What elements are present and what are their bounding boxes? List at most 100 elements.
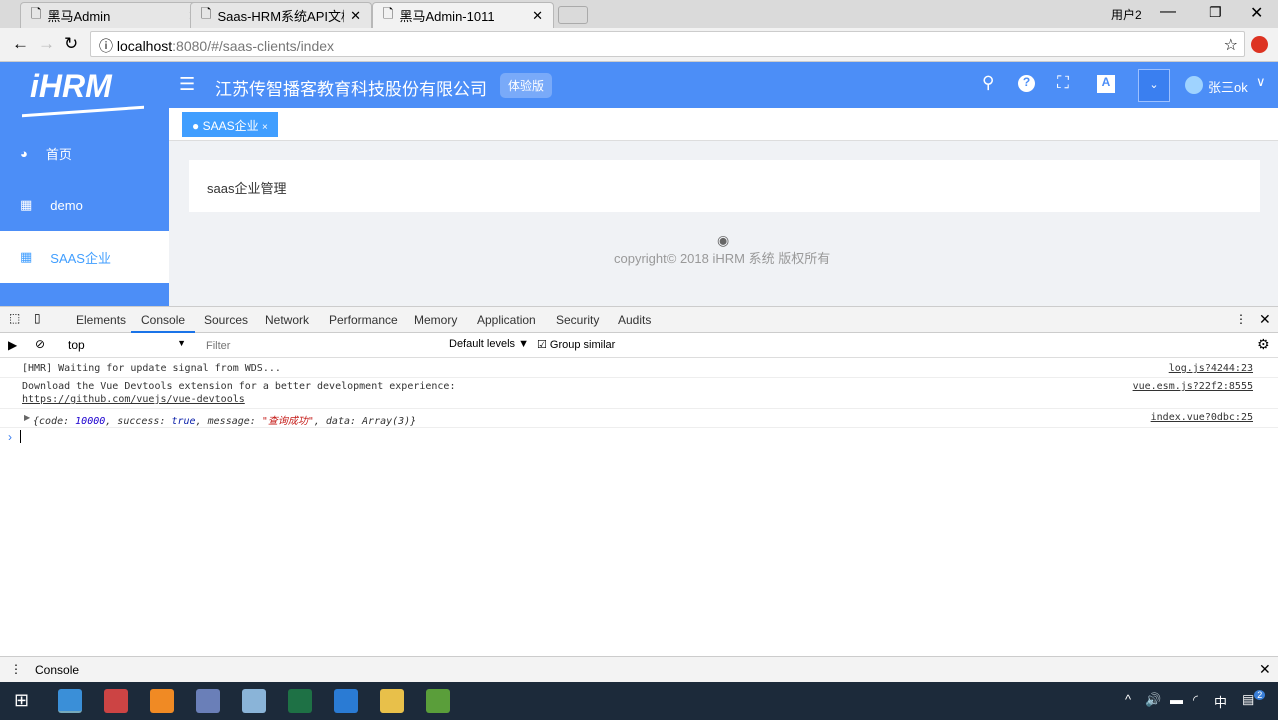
battery-icon[interactable]: ▬ xyxy=(1170,692,1183,707)
copyright: copyright© 2018 iHRM 系统 版权所有 xyxy=(614,251,831,266)
expand-triangle-icon[interactable]: ▶ xyxy=(24,413,30,422)
tab-security[interactable]: Security xyxy=(556,307,599,333)
avatar[interactable] xyxy=(1185,76,1203,94)
page-icon: 🗋 xyxy=(383,5,394,21)
group-similar-checkbox[interactable]: ☑ Group similar xyxy=(537,338,615,351)
translate-icon[interactable]: A xyxy=(1097,75,1115,93)
source-link[interactable]: vue.esm.js?22f2:8555 xyxy=(1133,381,1253,392)
file-explorer-icon[interactable] xyxy=(380,689,404,713)
app-icon[interactable] xyxy=(426,689,450,713)
tags-view: ● SAAS企业 × xyxy=(169,108,1278,141)
settings-gear-icon[interactable]: ⚙ xyxy=(1257,336,1270,353)
logo-swoosh xyxy=(22,105,144,118)
drawer-menu-icon[interactable]: ⋮ xyxy=(10,662,22,676)
clear-console-icon[interactable]: ⊘ xyxy=(35,337,45,351)
page-icon: 🗋 xyxy=(201,5,212,21)
tab-audits[interactable]: Audits xyxy=(618,307,651,333)
tab-console[interactable]: Console xyxy=(131,307,196,333)
chevron-down-icon[interactable]: ∨ xyxy=(1256,74,1266,90)
theme-dropdown[interactable]: ⌄ xyxy=(1138,69,1170,102)
tab-sources[interactable]: Sources xyxy=(204,307,248,333)
tab-memory[interactable]: Memory xyxy=(414,307,457,333)
close-devtools-icon[interactable]: ✕ xyxy=(1259,311,1271,328)
browser-tab-active[interactable]: 🗋 黑马Admin-1011 ✕ xyxy=(372,2,554,28)
sidebar-item-saas[interactable]: ▦ SAAS企业 xyxy=(0,231,169,283)
dashboard-icon: ◕ xyxy=(20,145,28,161)
extension-icon[interactable] xyxy=(1251,36,1268,53)
ime-indicator[interactable]: 中 xyxy=(1214,692,1227,711)
grid-icon: ▦ xyxy=(20,197,33,212)
main-content: saas企业管理 ◉ copyright© 2018 iHRM 系统 版权所有 xyxy=(169,141,1278,306)
vscode-icon[interactable] xyxy=(334,689,358,713)
console-message: [HMR] Waiting for update signal from WDS… xyxy=(22,363,281,374)
levels-dropdown[interactable]: Default levels ▼ xyxy=(449,338,529,350)
devtools-tabbar: ⬚ ▯ Elements Console Sources Network Per… xyxy=(0,307,1278,333)
console-input[interactable] xyxy=(20,430,1260,446)
page-icon: 🗋 xyxy=(31,5,42,21)
console-message: Download the Vue Devtools extension for … xyxy=(22,381,456,392)
reload-icon[interactable]: ↻ xyxy=(64,34,78,54)
devtools-panel: ⬚ ▯ Elements Console Sources Network Per… xyxy=(0,306,1278,656)
github-icon[interactable]: ◉ xyxy=(717,232,729,249)
back-icon[interactable]: ← xyxy=(12,34,29,54)
sidebar: iHRM ◕ 首页 ▦ demo ▦ SAAS企业 xyxy=(0,62,169,306)
inspect-icon[interactable]: ⬚ xyxy=(9,311,20,325)
minimize-icon[interactable]: — xyxy=(1160,3,1176,21)
close-drawer-icon[interactable]: ✕ xyxy=(1259,661,1271,678)
close-tab-icon[interactable]: ✕ xyxy=(350,8,361,24)
browser-tab-strip: 🗋黑马Admin✕ 🗋Saas-HRM系统API文档✕ 🗋黑马Admin-101… xyxy=(0,0,1278,28)
grid-icon: ▦ xyxy=(20,249,33,264)
app-icon[interactable] xyxy=(196,689,220,713)
tag-saas[interactable]: ● SAAS企业 × xyxy=(182,112,278,137)
windows-start-icon[interactable]: ⊞ xyxy=(14,690,29,711)
chrome-icon[interactable] xyxy=(58,689,82,713)
restore-icon[interactable]: ❐ xyxy=(1209,4,1222,21)
drawer-tab-console[interactable]: Console xyxy=(35,663,79,677)
browser-tab[interactable]: 🗋 Saas-HRM系统API文档 ✕ xyxy=(190,2,372,28)
filter-input[interactable] xyxy=(200,336,440,355)
info-icon: ⓘ xyxy=(99,38,117,54)
object-log[interactable]: {code: 10000, success: true, message: "查… xyxy=(33,412,416,427)
source-link[interactable]: index.vue?0dbc:25 xyxy=(1151,412,1253,423)
sidebar-item-demo[interactable]: ▦ demo xyxy=(0,179,169,231)
bookmark-star-icon[interactable]: ☆ xyxy=(1224,35,1238,55)
windows-taskbar: ⊞ ^ 🔊 ▬ ◜ 中 ▤ 2 xyxy=(0,682,1278,720)
fullscreen-icon[interactable]: ⛶ xyxy=(1057,73,1069,93)
app-header: ☰ 江苏传智播客教育科技股份有限公司 体验版 ⚲ ? ⛶ A ⌄ 张三ok ∨ xyxy=(169,62,1278,108)
sidebar-toggle-icon[interactable]: ▶ xyxy=(8,338,17,352)
tab-performance[interactable]: Performance xyxy=(329,307,398,333)
more-options-icon[interactable]: ⋮ xyxy=(1235,312,1247,326)
tab-elements[interactable]: Elements xyxy=(76,307,126,333)
close-tag-icon[interactable]: × xyxy=(262,122,268,133)
console-toolbar: ▶ ⊘ top▼ Default levels ▼ ☑ Group simila… xyxy=(0,333,1278,358)
tab-application[interactable]: Application xyxy=(477,307,536,333)
forward-icon[interactable]: → xyxy=(38,34,55,54)
hamburger-icon[interactable]: ☰ xyxy=(179,74,195,95)
device-toolbar-icon[interactable]: ▯ xyxy=(34,311,41,325)
help-icon[interactable]: ? xyxy=(1018,75,1035,92)
tab-network[interactable]: Network xyxy=(265,307,309,333)
browser-tab[interactable]: 🗋黑马Admin✕ xyxy=(20,2,210,28)
new-tab-button[interactable] xyxy=(558,6,588,24)
profile-label[interactable]: 用户2 xyxy=(1111,6,1142,23)
close-tab-icon[interactable]: ✕ xyxy=(532,8,543,24)
context-select[interactable]: top ▼ xyxy=(62,336,192,354)
close-window-icon[interactable]: ✕ xyxy=(1250,3,1263,23)
url-input[interactable]: ⓘ localhost:8080/#/saas-clients/index ☆ xyxy=(90,31,1245,57)
source-link[interactable]: log.js?4244:23 xyxy=(1169,363,1253,374)
devtools-link[interactable]: https://github.com/vuejs/vue-devtools xyxy=(22,394,245,405)
tray-expand-icon[interactable]: ^ xyxy=(1125,692,1131,707)
sidebar-item-home[interactable]: ◕ 首页 xyxy=(0,127,169,179)
app-icon[interactable] xyxy=(242,689,266,713)
trial-badge: 体验版 xyxy=(500,73,553,98)
username[interactable]: 张三ok xyxy=(1208,77,1248,96)
app-icon[interactable] xyxy=(150,689,174,713)
logo: iHRM xyxy=(30,68,112,104)
app-icon[interactable] xyxy=(104,689,128,713)
excel-icon[interactable] xyxy=(288,689,312,713)
volume-icon[interactable]: 🔊 xyxy=(1145,692,1161,708)
address-bar-row: ← → ↻ ⓘ localhost:8080/#/saas-clients/in… xyxy=(0,28,1278,62)
wifi-icon[interactable]: ◜ xyxy=(1193,692,1198,708)
search-icon[interactable]: ⚲ xyxy=(982,73,994,93)
notifications-icon[interactable]: ▤ 2 xyxy=(1242,690,1266,707)
